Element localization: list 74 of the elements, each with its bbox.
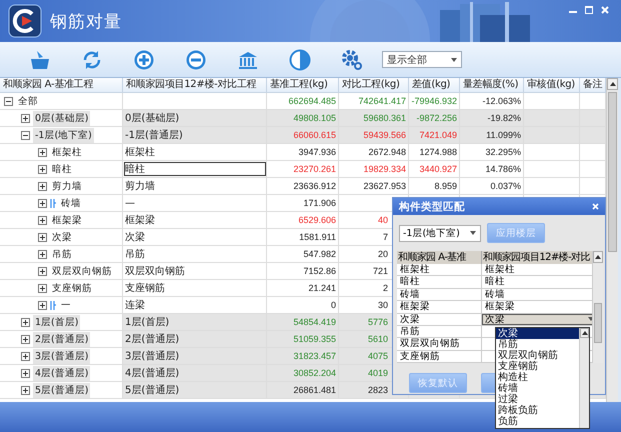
- dialog-title: 构件类型匹配: [399, 200, 465, 214]
- table-cell: 6529.606: [298, 215, 336, 225]
- table-cell-text: 3层(普通层): [125, 350, 180, 363]
- table-cell: -12.063%: [482, 96, 521, 106]
- table-cell: 0.037%: [490, 181, 521, 191]
- table-cell: 1274.988: [419, 147, 457, 157]
- table-cell: 8.959: [434, 181, 457, 191]
- table-cell: -9872.256: [416, 113, 457, 123]
- window-title: 钢筋对量: [50, 10, 122, 32]
- table-cell: 547.982: [303, 249, 336, 259]
- table-cell: 54854.419: [293, 317, 336, 327]
- table-cell: 19829.334: [363, 164, 406, 174]
- table-cell-text: 连梁: [125, 298, 145, 312]
- table-cell: 40: [378, 215, 388, 225]
- table-cell: 2823: [368, 385, 388, 395]
- table-cell: 7: [382, 232, 388, 242]
- table-cell: -19.82%: [487, 113, 521, 123]
- table-cell: 7152.86: [303, 266, 336, 276]
- table-cell: 32.295%: [485, 147, 521, 157]
- table-cell: 742641.417: [358, 96, 406, 106]
- table-cell: 5610: [368, 334, 388, 344]
- table-cell: 59439.566: [363, 130, 406, 140]
- table-cell: 2672.948: [368, 147, 406, 157]
- table-cell: 30852.204: [293, 368, 336, 378]
- table-cell: 31823.457: [293, 351, 336, 361]
- table-cell: 3947.936: [298, 147, 336, 157]
- table-cell: 51059.355: [293, 334, 336, 344]
- table-cell: 4019: [368, 368, 388, 378]
- table-cell-text: 支座钢筋: [125, 282, 165, 295]
- table-cell: 支座钢筋: [397, 350, 482, 362]
- table-cell-text: 框架柱: [125, 146, 155, 159]
- table-cell: -79946.932: [411, 96, 457, 106]
- table-cell: 双层双向钢筋: [397, 338, 482, 350]
- table-cell: —: [125, 198, 135, 208]
- column-header: 和顺家园 A-基准: [397, 251, 482, 264]
- table-cell: 3440.927: [419, 164, 457, 174]
- table-cell: 49808.105: [293, 113, 336, 123]
- table-cell-text: 吊筋: [125, 248, 145, 261]
- table-cell-text: 剪力墙: [125, 180, 155, 193]
- table-cell-text: 5层(普通层): [125, 384, 180, 397]
- table-cell: 7421.049: [419, 130, 457, 140]
- table-cell: 框架梁: [397, 301, 482, 312]
- table-cell-text: 暗柱: [125, 162, 145, 176]
- table-cell: 66060.615: [293, 130, 336, 140]
- table-cell: 1581.911: [299, 232, 336, 242]
- table-cell: 吊筋: [397, 326, 482, 338]
- table-cell-text: 双层双向钢筋: [125, 265, 185, 278]
- table-cell: 26861.481: [293, 385, 336, 395]
- table-cell-text: 框架梁: [125, 214, 155, 227]
- table-cell: 30: [378, 300, 388, 310]
- table-cell-text: 次梁: [125, 230, 145, 244]
- table-cell: 23627.953: [363, 181, 406, 191]
- table-cell: 23636.912: [293, 181, 336, 191]
- table-cell: 0: [330, 300, 336, 310]
- table-cell: 14.786%: [485, 164, 521, 174]
- table-cell: 4075: [368, 351, 388, 361]
- table-cell: 2: [382, 283, 388, 293]
- table-cell: 砖墙: [397, 288, 482, 300]
- table-cell: 11.099%: [486, 130, 521, 140]
- table-cell: 59680.361: [363, 113, 406, 123]
- table-cell-text: -1层(普通层): [125, 128, 183, 142]
- table-cell: 20: [378, 249, 388, 259]
- table-cell: 21.241: [308, 283, 336, 293]
- table-cell: 框架柱: [397, 264, 482, 276]
- table-cell-text: 2层(普通层): [125, 332, 180, 346]
- table-cell: 5776: [368, 317, 388, 327]
- table-cell: 171.906: [303, 198, 336, 208]
- table-cell-text: 1层(首层): [125, 316, 170, 329]
- table-cell-text: 0层(基础层): [125, 112, 180, 125]
- table-cell: 721: [372, 266, 388, 276]
- table-cell-text: 4层(普通层): [125, 366, 180, 380]
- table-cell: 暗柱: [397, 276, 482, 288]
- table-cell: 23270.261: [293, 164, 336, 174]
- table-cell: 662694.485: [288, 96, 336, 106]
